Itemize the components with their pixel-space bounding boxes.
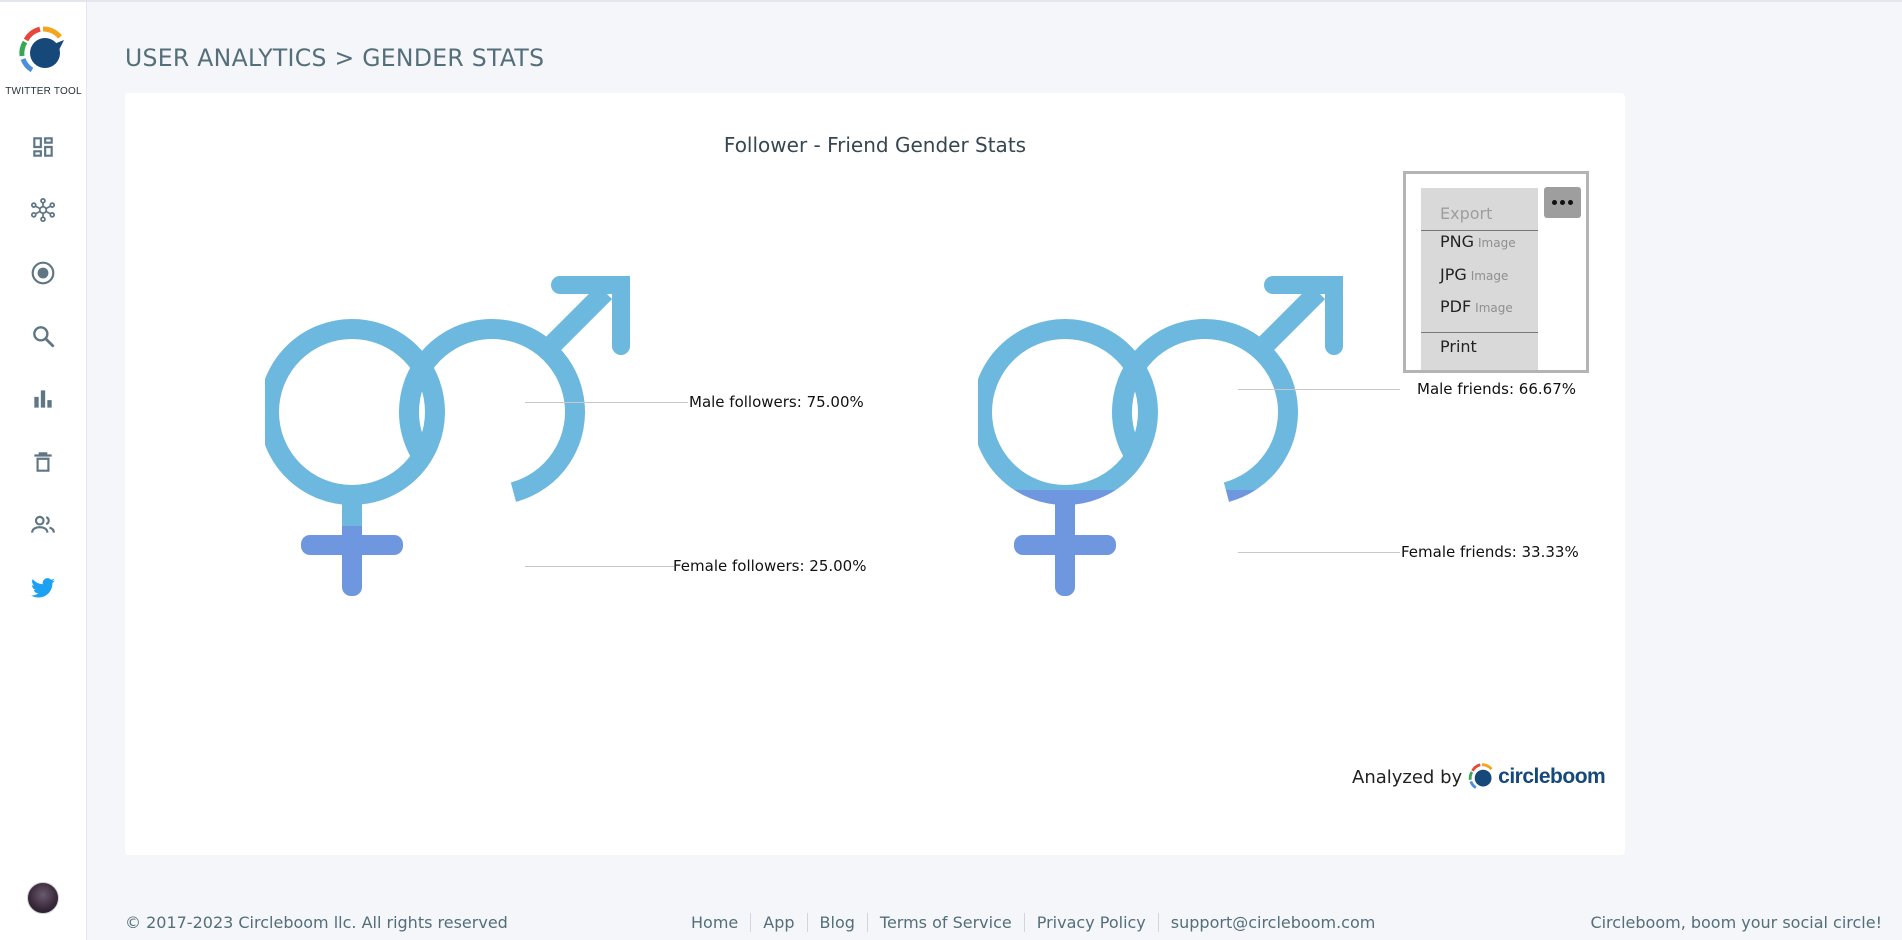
copyright: © 2017-2023 Circleboom llc. All rights r… bbox=[125, 913, 508, 932]
sidebar-item-search[interactable] bbox=[28, 321, 58, 351]
chart-menu-button[interactable] bbox=[1544, 187, 1581, 218]
male-followers-label: Male followers: 75.00% bbox=[689, 393, 864, 411]
export-png-item[interactable]: PNG Image bbox=[1440, 232, 1516, 251]
chart-title: Follower - Friend Gender Stats bbox=[723, 133, 1027, 157]
sidebar-item-analytics[interactable] bbox=[28, 384, 58, 414]
export-menu-header: Export bbox=[1440, 204, 1493, 223]
brand-name: circleboom bbox=[1498, 765, 1606, 788]
target-icon bbox=[31, 261, 55, 285]
export-menu: Export PNG Image JPG Image PDF Image Print bbox=[1421, 188, 1538, 370]
logo-text: TWITTER TOOL bbox=[5, 86, 82, 97]
dashboard-icon bbox=[33, 137, 53, 157]
footer-link-terms[interactable]: Terms of Service bbox=[868, 913, 1025, 932]
dot bbox=[1560, 200, 1565, 205]
female-friends-label: Female friends: 33.33% bbox=[1401, 543, 1579, 561]
analyzed-by: Analyzed by circleboom bbox=[1352, 763, 1606, 791]
friends-gender-chart bbox=[978, 276, 1343, 596]
network-icon bbox=[30, 197, 56, 223]
female-friends-leader bbox=[1238, 552, 1400, 553]
footer-links: Home App Blog Terms of Service Privacy P… bbox=[679, 913, 1387, 932]
analytics-icon bbox=[34, 390, 52, 408]
footer-link-blog[interactable]: Blog bbox=[808, 913, 868, 932]
female-followers-leader bbox=[525, 566, 675, 567]
page-title: USER ANALYTICS > GENDER STATS bbox=[125, 44, 545, 72]
sidebar-item-network[interactable] bbox=[28, 195, 58, 225]
sidebar: TWITTER TOOL bbox=[0, 2, 87, 940]
footer-link-privacy[interactable]: Privacy Policy bbox=[1025, 913, 1159, 932]
footer-link-app[interactable]: App bbox=[751, 913, 808, 932]
gender-stats-card: Follower - Friend Gender Stats Male foll… bbox=[125, 93, 1625, 855]
followers-gender-chart bbox=[265, 276, 630, 596]
sidebar-item-delete[interactable] bbox=[28, 447, 58, 477]
sidebar-item-target[interactable] bbox=[28, 258, 58, 288]
footer-tagline: Circleboom, boom your social circle! bbox=[1590, 913, 1882, 932]
users-icon bbox=[31, 515, 55, 533]
menu-separator bbox=[1421, 230, 1538, 231]
sidebar-item-twitter[interactable] bbox=[28, 573, 58, 603]
sidebar-item-users[interactable] bbox=[28, 510, 58, 540]
trash-icon bbox=[34, 452, 52, 472]
menu-separator bbox=[1421, 332, 1538, 333]
analyzed-by-text: Analyzed by bbox=[1352, 766, 1463, 788]
male-followers-leader bbox=[525, 402, 688, 403]
search-icon bbox=[33, 326, 55, 348]
dot bbox=[1568, 200, 1573, 205]
top-border bbox=[0, 0, 1902, 2]
male-friends-leader bbox=[1238, 389, 1400, 390]
footer-link-home[interactable]: Home bbox=[679, 913, 752, 932]
female-followers-label: Female followers: 25.00% bbox=[673, 557, 867, 575]
avatar[interactable] bbox=[27, 882, 59, 914]
export-pdf-item[interactable]: PDF Image bbox=[1440, 297, 1513, 316]
footer-link-support[interactable]: support@circleboom.com bbox=[1159, 913, 1388, 932]
sidebar-item-dashboard[interactable] bbox=[28, 132, 58, 162]
export-jpg-item[interactable]: JPG Image bbox=[1440, 265, 1508, 284]
twitter-icon bbox=[31, 578, 55, 598]
circleboom-logo[interactable] bbox=[18, 26, 68, 76]
dot bbox=[1552, 200, 1557, 205]
circleboom-brand-icon bbox=[1468, 763, 1493, 789]
male-friends-label: Male friends: 66.67% bbox=[1417, 380, 1577, 398]
print-item[interactable]: Print bbox=[1440, 337, 1477, 356]
male-friends-slice[interactable] bbox=[1089, 276, 1343, 528]
